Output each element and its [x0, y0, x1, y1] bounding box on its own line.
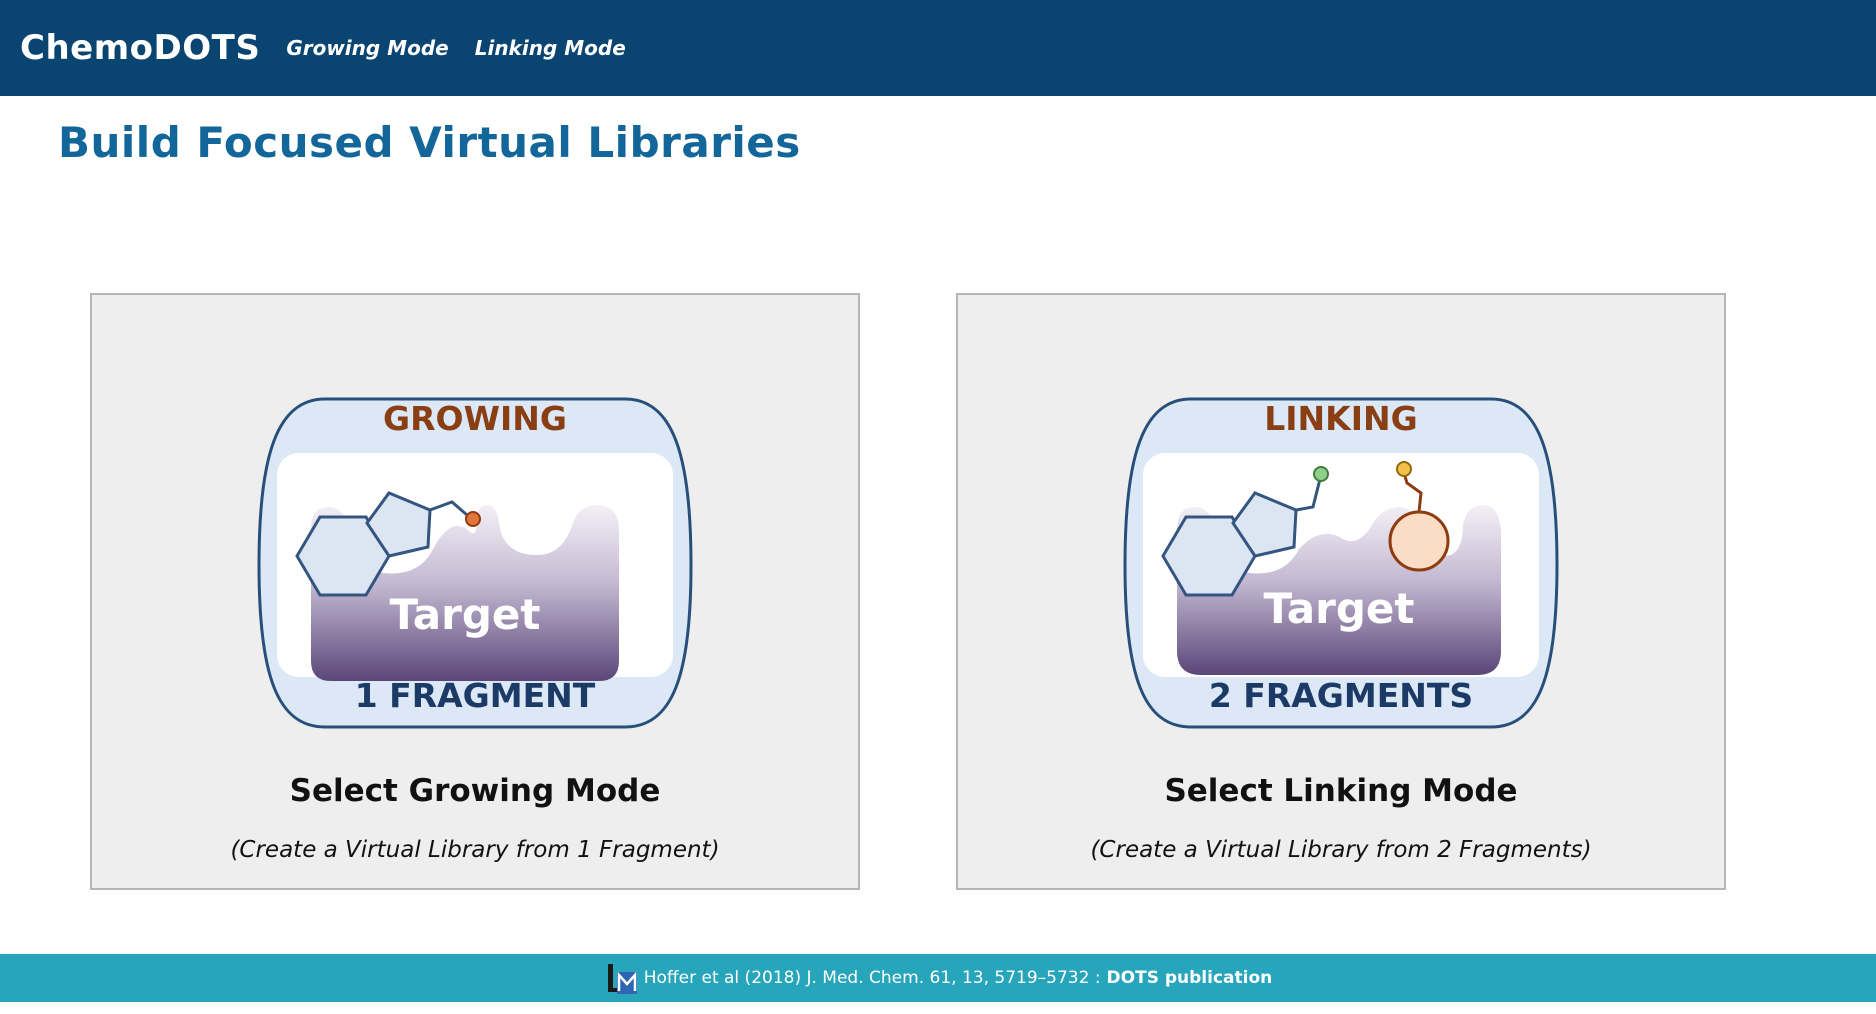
- badge-target-label: Target: [390, 590, 541, 639]
- top-navbar: ChemoDOTS Growing Mode Linking Mode: [0, 0, 1876, 96]
- footer-bar: Hoffer et al (2018) J. Med. Chem. 61, 13…: [0, 954, 1876, 1002]
- growing-badge-illustration: GROWING Target 1 FRAGMENT: [257, 397, 693, 729]
- badge-target-label: Target: [1264, 584, 1415, 633]
- fragment-atom-green-icon: [1313, 466, 1329, 482]
- fragment-atom-icon: [465, 511, 481, 527]
- card-subtitle: (Create a Virtual Library from 1 Fragmen…: [230, 837, 720, 863]
- growing-mode-card[interactable]: GROWING Target 1 FRAGMENT Select Growing…: [90, 293, 860, 890]
- badge-fragment-label: 1 FRAGMENT: [355, 676, 596, 715]
- dots-publication-link[interactable]: DOTS publication: [1107, 968, 1273, 988]
- fragment-atom-yellow-icon: [1396, 461, 1412, 477]
- linking-badge-illustration: LINKING Target 2 FRAGMENTS: [1123, 397, 1559, 729]
- card-title: Select Linking Mode: [1164, 773, 1518, 809]
- linking-mode-card[interactable]: LINKING Target 2 FRAGMENTS Select Linkin…: [956, 293, 1726, 890]
- badge-mode-label: LINKING: [1264, 399, 1417, 438]
- nav-growing-mode[interactable]: Growing Mode: [286, 36, 448, 60]
- nav-linking-mode[interactable]: Linking Mode: [475, 36, 626, 60]
- lm-logo-icon: [607, 964, 637, 994]
- badge-mode-label: GROWING: [383, 399, 567, 438]
- badge-fragment-label: 2 FRAGMENTS: [1209, 676, 1473, 715]
- card-subtitle: (Create a Virtual Library from 2 Fragmen…: [1090, 837, 1592, 863]
- page-title: Build Focused Virtual Libraries: [58, 118, 801, 167]
- second-fragment-icon: [1388, 510, 1450, 572]
- brand-logo-link[interactable]: ChemoDOTS: [20, 28, 260, 68]
- footer-citation: Hoffer et al (2018) J. Med. Chem. 61, 13…: [643, 968, 1101, 988]
- card-title: Select Growing Mode: [289, 773, 661, 809]
